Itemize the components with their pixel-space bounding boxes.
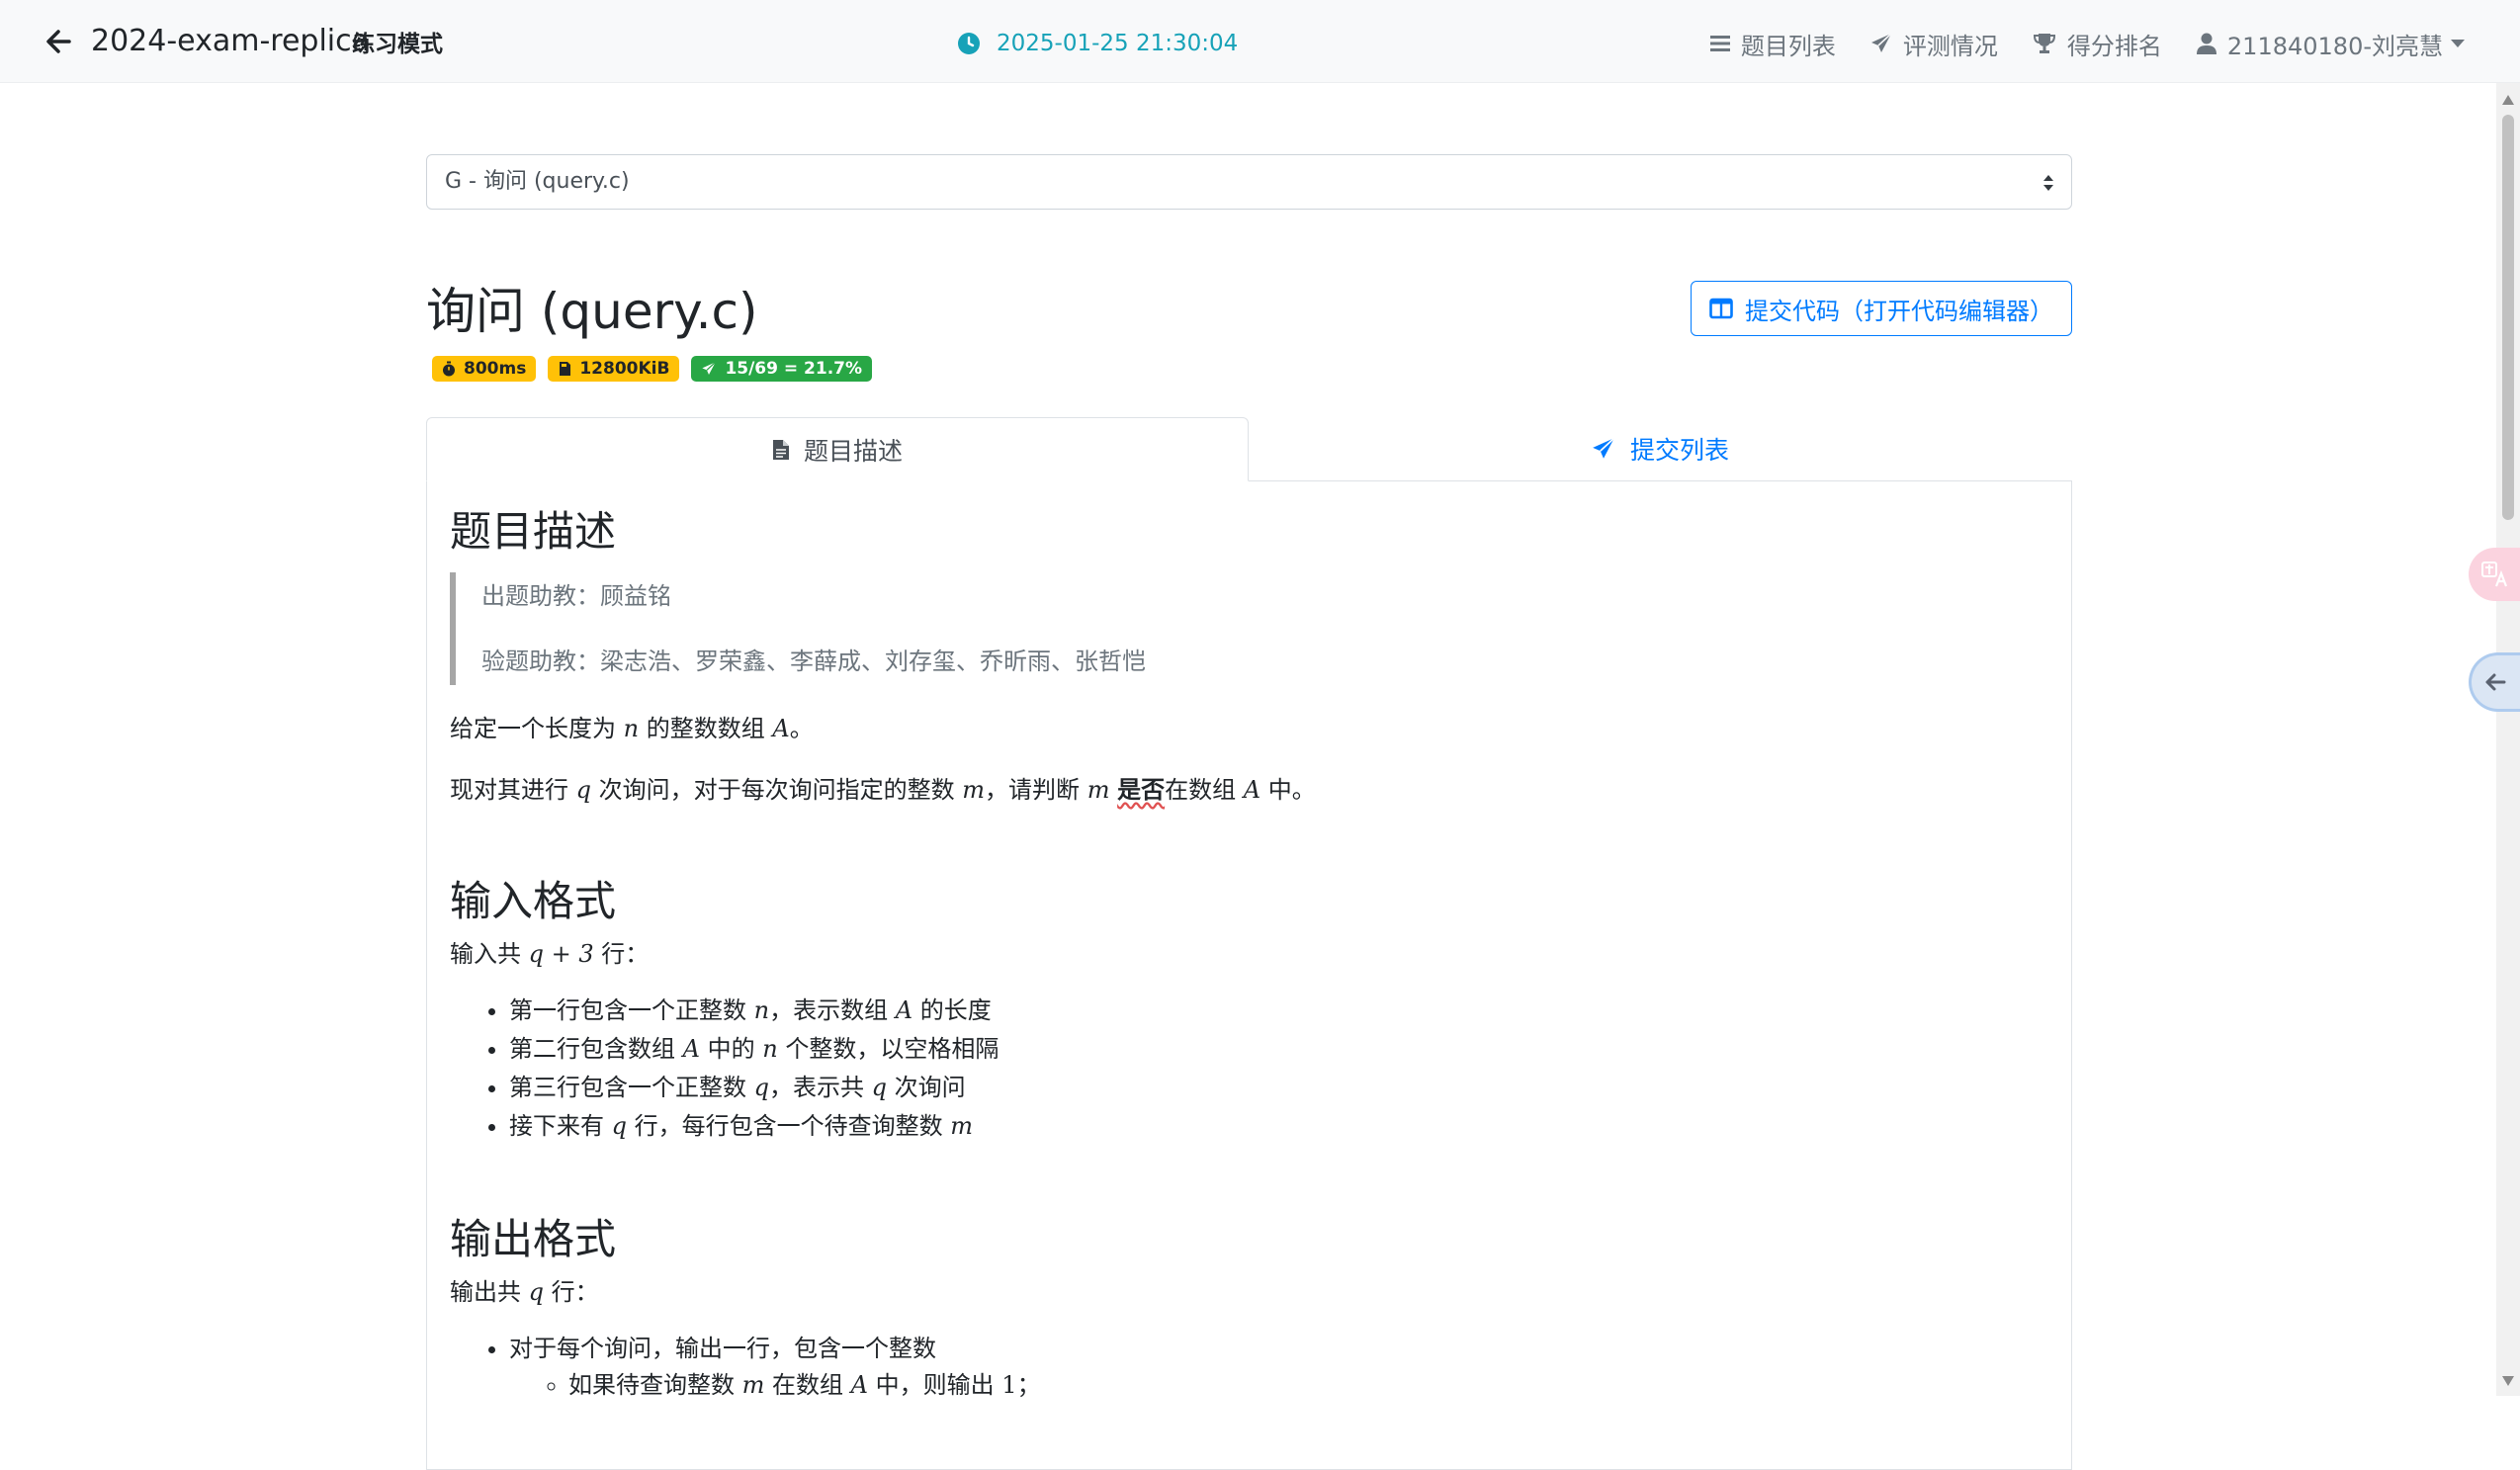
columns-icon <box>1709 298 1733 319</box>
nav-problems[interactable]: 题目列表 <box>1709 27 1836 61</box>
paper-plane-icon <box>1593 437 1615 459</box>
arrow-left-icon <box>2485 673 2506 691</box>
input-list: 第一行包含一个正整数 n，表示数组 A 的长度 第二行包含数组 A 中的 n 个… <box>450 992 2048 1146</box>
chevron-down-icon <box>2451 40 2465 47</box>
output-intro: 输出共 q 行： <box>450 1278 599 1306</box>
problem-tabs: 题目描述 提交列表 <box>426 417 2072 481</box>
paper-plane-icon <box>1870 33 1892 52</box>
scroll-down-arrow-icon[interactable] <box>2502 1376 2514 1386</box>
select-arrows-icon <box>2043 175 2053 191</box>
side-panel-toggle[interactable] <box>2469 652 2520 712</box>
paper-plane-icon <box>702 361 717 375</box>
page-scrollbar[interactable] <box>2496 83 2520 1396</box>
nav-problems-label: 题目列表 <box>1740 32 1836 60</box>
emphasis-text: 是否 <box>1117 776 1166 804</box>
user-menu[interactable]: 211840180-刘亮慧 <box>2196 27 2465 61</box>
problem-select[interactable]: G - 询问 (query.c) <box>426 154 2072 210</box>
tab-submissions-label: 提交列表 <box>1629 436 1729 465</box>
output-list: 对于每个询问，输出一行，包含一个整数 如果待查询整数 m 在数组 A 中，则输出… <box>450 1330 2048 1402</box>
clock: 2025-01-25 21:30:04 <box>957 28 1238 59</box>
nav-judging[interactable]: 评测情况 <box>1869 27 1998 61</box>
nav-ranking-label: 得分排名 <box>2066 32 2162 60</box>
list-item: 如果待查询整数 m 在数组 A 中，则输出 1； <box>568 1368 2048 1402</box>
memory-limit: 12800KiB <box>579 359 670 379</box>
main-container: G - 询问 (query.c) 询问 (query.c) 800ms 1280… <box>426 154 2072 1470</box>
description-para-1: 给定一个长度为 n 的整数数组 A。 <box>450 715 814 742</box>
nav-menu: 题目列表 评测情况 得分排名 211840180-刘亮慧 <box>1676 24 2465 63</box>
math-expr: q + 3 <box>528 940 594 968</box>
nav-ranking[interactable]: 得分排名 <box>2032 27 2162 61</box>
math-var: q <box>575 776 592 804</box>
submit-code-label: 提交代码（打开代码编辑器） <box>1745 297 2053 325</box>
problem-title: 询问 (query.c) <box>426 283 758 340</box>
tab-submissions[interactable]: 提交列表 <box>1249 417 2071 480</box>
tab-description-label: 题目描述 <box>803 436 903 466</box>
input-intro: 输入共 q + 3 行： <box>450 940 650 968</box>
file-icon <box>772 439 789 460</box>
translate-widget[interactable] <box>2469 548 2520 601</box>
user-name: 211840180-刘亮慧 <box>2226 32 2443 60</box>
list-item: 对于每个询问，输出一行，包含一个整数 如果待查询整数 m 在数组 A 中，则输出… <box>509 1330 2048 1402</box>
math-var: m <box>1086 776 1110 804</box>
pass-rate: 15/69 = 21.7% <box>725 359 863 379</box>
top-navbar: 2024-exam-replica 练习模式 2025-01-25 21:30:… <box>0 0 2520 83</box>
math-var: m <box>962 776 986 804</box>
output-heading: 输出格式 <box>450 1215 617 1263</box>
time-limit-badge: 800ms <box>432 356 537 382</box>
list-item: 第三行包含一个正整数 q，表示共 q 次询问 <box>509 1069 2048 1107</box>
input-heading: 输入格式 <box>450 877 617 925</box>
list-item: 第一行包含一个正整数 n，表示数组 A 的长度 <box>509 992 2048 1030</box>
problem-badges: 800ms 12800KiB 15/69 = 21.7% <box>432 356 873 382</box>
list-item: 接下来有 q 行，每行包含一个待查询整数 m <box>509 1107 2048 1146</box>
list-item: 第二行包含数组 A 中的 n 个整数，以空格相隔 <box>509 1030 2048 1069</box>
submit-code-button[interactable]: 提交代码（打开代码编辑器） <box>1691 281 2072 336</box>
list-icon <box>1709 36 1730 51</box>
pass-rate-badge: 15/69 = 21.7% <box>691 356 873 382</box>
stopwatch-icon <box>443 361 455 377</box>
tab-description[interactable]: 题目描述 <box>426 417 1249 481</box>
math-var: A <box>1243 776 1261 804</box>
output-sub-list: 如果待查询整数 m 在数组 A 中，则输出 1； <box>509 1368 2048 1402</box>
testers-line: 验题助教：梁志浩、罗荣鑫、李薛成、刘存玺、乔昕雨、张哲恺 <box>481 648 1146 675</box>
clock-icon <box>958 33 980 54</box>
credits-blockquote: 出题助教：顾益铭 验题助教：梁志浩、罗荣鑫、李薛成、刘存玺、乔昕雨、张哲恺 <box>450 572 2048 685</box>
problem-content: 题目描述 出题助教：顾益铭 验题助教：梁志浩、罗荣鑫、李薛成、刘存玺、乔昕雨、张… <box>426 481 2072 1470</box>
math-var: A <box>772 715 790 742</box>
back-arrow-icon[interactable] <box>40 22 79 61</box>
user-icon <box>2196 33 2216 54</box>
nav-judging-label: 评测情况 <box>1902 32 1998 60</box>
mode-label: 练习模式 <box>352 32 443 57</box>
author-line: 出题助教：顾益铭 <box>481 582 671 610</box>
translate-icon <box>2481 562 2508 587</box>
trophy-icon <box>2033 34 2055 53</box>
problem-select-value: G - 询问 (query.c) <box>445 169 630 194</box>
description-heading: 题目描述 <box>450 507 617 556</box>
math-var: q <box>528 1278 545 1306</box>
problem-header: 询问 (query.c) 800ms 12800KiB 15/69 = 21.7… <box>426 281 2072 403</box>
scroll-up-arrow-icon[interactable] <box>2502 95 2514 105</box>
memory-icon <box>560 362 571 376</box>
math-var: n <box>623 715 640 742</box>
scroll-thumb[interactable] <box>2502 115 2514 520</box>
time-limit: 800ms <box>464 359 527 379</box>
description-para-2: 现对其进行 q 次询问，对于每次询问指定的整数 m，请判断 m 是否在数组 A … <box>450 776 1316 804</box>
memory-limit-badge: 12800KiB <box>548 356 680 382</box>
contest-title[interactable]: 2024-exam-replica <box>91 22 370 61</box>
clock-time: 2025-01-25 21:30:04 <box>997 31 1239 56</box>
